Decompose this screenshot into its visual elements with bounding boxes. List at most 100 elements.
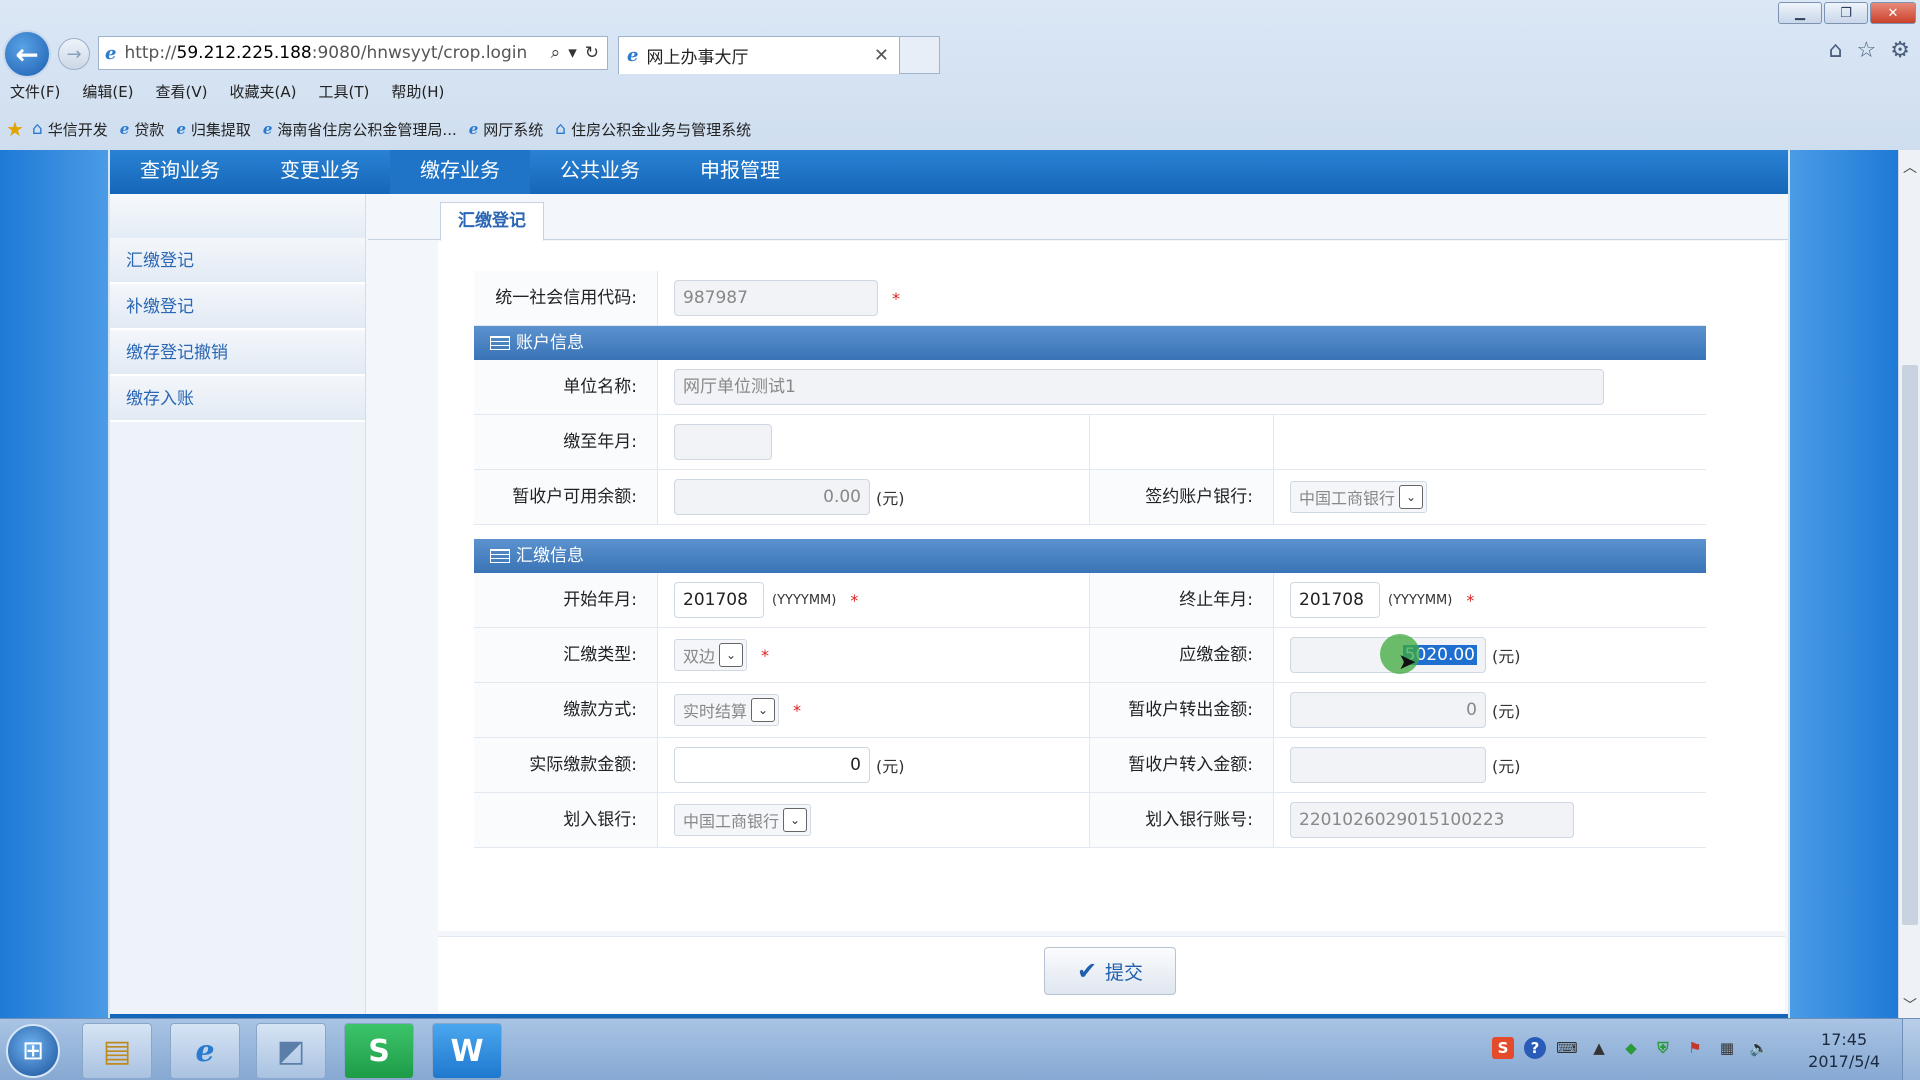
scroll-thumb[interactable] <box>1902 365 1918 925</box>
nav-tab-deposit[interactable]: 缴存业务 <box>390 150 530 194</box>
dropdown-arrow-icon[interactable]: ▾ <box>568 43 577 63</box>
home-icon[interactable]: ⌂ <box>1829 38 1843 63</box>
browser-tab[interactable]: e 网上办事大厅 ✕ <box>618 36 900 74</box>
pay-type-value: 双边 <box>683 647 716 666</box>
network-monitor-icon[interactable]: ◆ <box>1620 1037 1642 1059</box>
start-button[interactable]: ⊞ <box>6 1024 60 1078</box>
form-area: 统一社会信用代码: 987987 * 账户信息 单位名称: 网厅单位测试1 缴至… <box>438 241 1785 931</box>
temp-in-input[interactable] <box>1290 747 1486 783</box>
paid-until-input[interactable] <box>674 424 772 460</box>
unit-name-input[interactable]: 网厅单位测试1 <box>674 369 1604 405</box>
nav-tab-declare[interactable]: 申报管理 <box>670 150 810 194</box>
clock[interactable]: 17:45 2017/5/4 <box>1808 1029 1880 1073</box>
menu-tools[interactable]: 工具(T) <box>318 81 369 102</box>
sidebar-item-revoke[interactable]: 缴存登记撤销 <box>110 330 365 376</box>
end-month-input[interactable]: 201708 <box>1290 582 1380 618</box>
type-due-row: 汇缴类型: 双边 ⌄ * 应缴金额: 5020.00 (元) ➤ <box>474 628 1706 683</box>
nav-tab-query[interactable]: 查询业务 <box>110 150 250 194</box>
required-mark: * <box>892 288 900 308</box>
account-section-header: 账户信息 <box>474 326 1706 360</box>
pay-type-cell: 双边 ⌄ * <box>658 628 1090 682</box>
fav-item[interactable]: e 网厅系统 <box>469 119 544 140</box>
file-explorer-icon[interactable]: ▤ <box>82 1023 152 1079</box>
fav-item[interactable]: ⌂ 住房公积金业务与管理系统 <box>555 119 751 140</box>
volume-icon[interactable]: 🔈 <box>1748 1037 1770 1059</box>
spreadsheet-app-icon[interactable]: S <box>344 1023 414 1079</box>
ie-page-icon: e <box>468 120 479 138</box>
menu-edit[interactable]: 编辑(E) <box>82 81 133 102</box>
page-scrollbar[interactable]: ︿ ﹀ <box>1898 150 1920 1018</box>
close-tab-icon[interactable]: ✕ <box>874 45 889 66</box>
temp-out-input[interactable]: 0 <box>1290 692 1486 728</box>
menu-view[interactable]: 查看(V) <box>156 81 208 102</box>
fav-label: 贷款 <box>134 120 165 139</box>
required-mark: * <box>793 700 802 720</box>
main-panel: 汇缴登记 统一社会信用代码: 987987 * 账户信息 单位名称: 网厅单位测… <box>368 194 1788 1014</box>
back-button[interactable]: ← <box>3 30 51 78</box>
in-account-input[interactable]: 2201026029015100223 <box>1290 802 1574 838</box>
scroll-up-arrow-icon[interactable]: ︿ <box>1899 156 1920 178</box>
sidebar-item-huijiao[interactable]: 汇缴登记 <box>110 238 365 284</box>
paid-until-cell <box>658 415 1090 469</box>
method-out-row: 缴款方式: 实时结算 ⌄ * 暂收户转出金额: 0 (元) <box>474 683 1706 738</box>
tab-huijiao[interactable]: 汇缴登记 <box>440 202 544 241</box>
shield-icon[interactable]: ⛨ <box>1652 1037 1674 1059</box>
contract-bank-select[interactable]: 中国工商银行 ⌄ <box>1290 481 1428 513</box>
nav-tab-change[interactable]: 变更业务 <box>250 150 390 194</box>
ie-page-icon: e <box>119 120 130 138</box>
in-bank-select[interactable]: 中国工商银行 ⌄ <box>674 804 812 836</box>
chevron-down-icon[interactable]: ⌄ <box>1399 485 1424 509</box>
fav-item[interactable]: e 归集提取 <box>176 119 251 140</box>
menu-file[interactable]: 文件(F) <box>10 81 60 102</box>
minimize-button[interactable]: ▁ <box>1778 2 1822 24</box>
temp-balance-input[interactable]: 0.00 <box>674 479 870 515</box>
restore-button[interactable]: ❐ <box>1824 2 1868 24</box>
ie-page-icon: e <box>176 120 186 138</box>
fav-item[interactable]: e 贷款 <box>120 119 165 140</box>
payment-section-header: 汇缴信息 <box>474 539 1706 573</box>
app-icon[interactable]: ◩ <box>256 1023 326 1079</box>
favorites-star-icon[interactable]: ★ <box>6 117 24 141</box>
url-host: 59.212.225.188 <box>176 43 312 63</box>
actual-amount-input[interactable]: 0 <box>674 747 870 783</box>
pay-method-cell: 实时结算 ⌄ * <box>658 683 1090 737</box>
nav-tab-public[interactable]: 公共业务 <box>530 150 670 194</box>
home-icon: ⌂ <box>31 119 43 139</box>
sidebar-item-bujiao[interactable]: 补缴登记 <box>110 284 365 330</box>
sidebar-item-posting[interactable]: 缴存入账 <box>110 376 365 422</box>
chevron-down-icon[interactable]: ⌄ <box>719 643 744 667</box>
flag-icon[interactable]: ⚑ <box>1684 1037 1706 1059</box>
address-bar[interactable]: e http://59.212.225.188:9080/hnwsyyt/cro… <box>98 36 608 70</box>
close-window-button[interactable]: ✕ <box>1870 2 1916 24</box>
submit-button[interactable]: ✔ 提交 <box>1044 947 1176 995</box>
fav-item[interactable]: ⌂ 华信开发 <box>32 119 108 140</box>
chevron-down-icon[interactable]: ⌄ <box>783 808 808 832</box>
chevron-down-icon[interactable]: ⌄ <box>751 698 776 722</box>
fav-item[interactable]: e 海南省住房公积金管理局... <box>263 119 457 140</box>
input-method-icon[interactable]: S <box>1492 1037 1514 1059</box>
show-desktop-button[interactable] <box>1902 1019 1920 1080</box>
forward-button[interactable]: → <box>58 38 90 70</box>
search-icon[interactable]: ⌕ <box>551 43 561 63</box>
gear-icon[interactable]: ⚙ <box>1890 38 1910 63</box>
pay-type-select[interactable]: 双边 ⌄ <box>674 639 748 671</box>
favorites-star-icon[interactable]: ☆ <box>1857 38 1877 63</box>
chevron-up-icon[interactable]: ▲ <box>1588 1037 1610 1059</box>
menu-help[interactable]: 帮助(H) <box>391 81 444 102</box>
payment-section-title: 汇缴信息 <box>516 546 584 566</box>
menu-favorites[interactable]: 收藏夹(A) <box>230 81 297 102</box>
start-month-input[interactable]: 201708 <box>674 582 764 618</box>
unit-yuan: (元) <box>876 757 905 776</box>
writer-app-icon[interactable]: W <box>432 1023 502 1079</box>
internet-explorer-icon[interactable]: e <box>170 1023 240 1079</box>
fav-label: 海南省住房公积金管理局... <box>277 120 457 139</box>
help-icon[interactable]: ? <box>1524 1037 1546 1059</box>
refresh-icon[interactable]: ↻ <box>585 43 599 63</box>
pay-method-select[interactable]: 实时结算 ⌄ <box>674 694 780 726</box>
keyboard-icon[interactable]: ⌨ <box>1556 1037 1578 1059</box>
home-icon: ⌂ <box>555 119 567 139</box>
scroll-down-arrow-icon[interactable]: ﹀ <box>1899 994 1920 1016</box>
credit-code-input[interactable]: 987987 <box>674 280 878 316</box>
network-icon[interactable]: ▦ <box>1716 1037 1738 1059</box>
new-tab-button[interactable] <box>900 36 940 74</box>
